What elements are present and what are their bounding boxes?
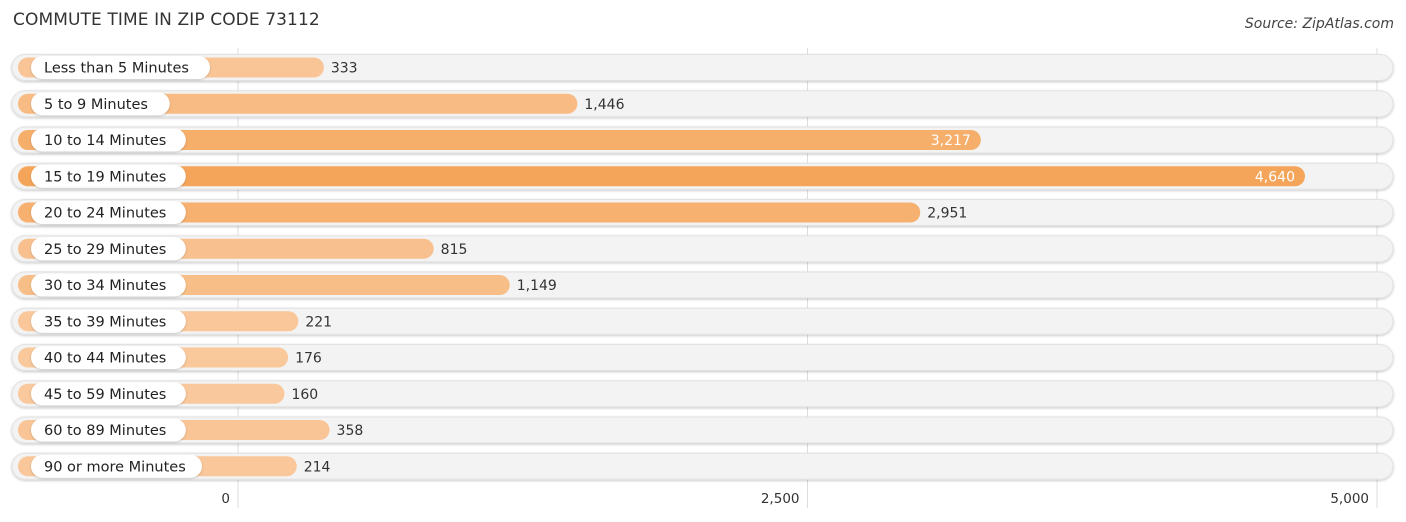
- category-label: 45 to 59 Minutes: [44, 387, 166, 403]
- value-label: 214: [304, 459, 331, 475]
- x-axis: 0 2,500 5,000: [221, 491, 1369, 507]
- bar-row-11: 90 or more Minutes 214: [11, 452, 1394, 480]
- category-label: 90 or more Minutes: [44, 459, 186, 475]
- category-label: 15 to 19 Minutes: [44, 169, 166, 185]
- x-tick-label: 2,500: [761, 491, 800, 507]
- bar-row-10: 60 to 89 Minutes 358: [11, 416, 1394, 444]
- bar-row-4: 20 to 24 Minutes 2,951: [11, 199, 1394, 226]
- bar-row-6: 30 to 34 Minutes 1,149: [11, 271, 1394, 299]
- x-tick-label: 5,000: [1330, 491, 1369, 507]
- bar: [18, 166, 1305, 187]
- category-label: 10 to 14 Minutes: [44, 133, 166, 149]
- category-label: 5 to 9 Minutes: [44, 97, 148, 113]
- value-label: 1,446: [584, 97, 624, 113]
- x-tick-label: 0: [221, 491, 230, 507]
- bar-row-9: 45 to 59 Minutes 160: [11, 380, 1394, 408]
- value-label: 2,951: [927, 206, 967, 222]
- value-label: 358: [337, 423, 364, 439]
- bar-chart: Less than 5 Minutes 333 5 to 9 Minutes 1,44…: [11, 48, 1394, 508]
- value-label: 221: [305, 314, 332, 330]
- category-label: 25 to 29 Minutes: [44, 242, 166, 258]
- value-label: 176: [295, 351, 322, 367]
- category-label: 30 to 34 Minutes: [44, 278, 166, 294]
- bar-row-1: 5 to 9 Minutes 1,446: [11, 90, 1394, 118]
- value-label: 3,217: [931, 133, 971, 149]
- category-label: 60 to 89 Minutes: [44, 423, 166, 439]
- bar-row-3: 15 to 19 Minutes 4,640: [11, 162, 1394, 190]
- category-label: Less than 5 Minutes: [44, 61, 189, 77]
- value-label: 160: [291, 387, 318, 403]
- bar-row-8: 40 to 44 Minutes 176: [11, 344, 1394, 371]
- category-label: 20 to 24 Minutes: [44, 206, 166, 222]
- bars: Less than 5 Minutes 333 5 to 9 Minutes 1,44…: [11, 54, 1394, 480]
- category-label: 35 to 39 Minutes: [44, 314, 166, 330]
- bar-row-5: 25 to 29 Minutes 815: [11, 235, 1394, 263]
- bar-row-7: 35 to 39 Minutes 221: [11, 307, 1394, 335]
- value-label: 1,149: [517, 278, 557, 294]
- value-label: 815: [441, 242, 468, 258]
- bar-row-0: Less than 5 Minutes 333: [11, 54, 1394, 81]
- value-label: 333: [331, 61, 358, 77]
- category-label: 40 to 44 Minutes: [44, 351, 166, 367]
- bar-row-2: 10 to 14 Minutes 3,217: [11, 126, 1394, 154]
- value-label: 4,640: [1255, 169, 1295, 185]
